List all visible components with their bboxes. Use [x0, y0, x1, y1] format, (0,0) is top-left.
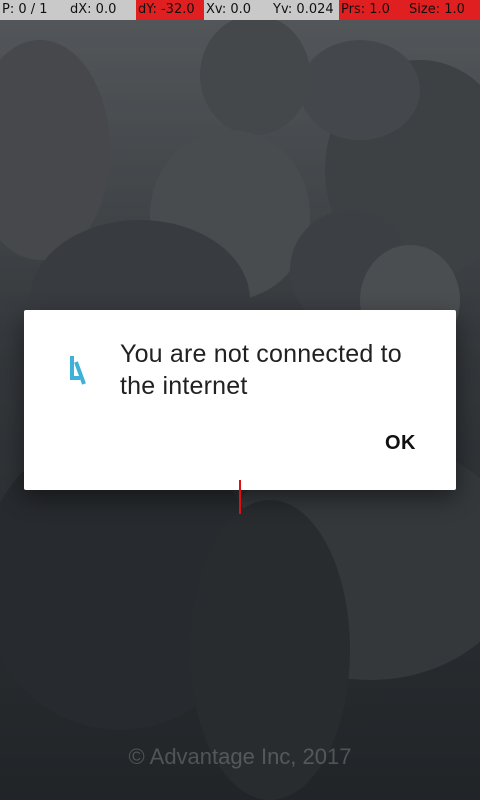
pointer-count: P: 0 / 1	[2, 2, 48, 17]
copyright-text: © Advantage Inc, 2017	[128, 744, 352, 769]
pressure: Prs: 1.0	[339, 0, 407, 20]
velocity-x: Xv: 0.0	[206, 2, 252, 17]
delta-y: dY: -32.0	[136, 0, 204, 20]
velocity-y: Yv: 0.024	[273, 2, 334, 17]
no-connection-dialog: You are not connected to the internet OK	[24, 310, 456, 490]
delta-x: dX: 0.0	[70, 2, 117, 17]
advantage-logo-icon	[70, 356, 86, 385]
dialog-message: You are not connected to the internet	[120, 340, 402, 400]
touch-size: Size: 1.0	[407, 0, 480, 20]
pointer-location-bar: P: 0 / 1 dX: 0.0 dY: -32.0 Xv: 0.0 Yv: 0…	[0, 0, 480, 20]
touch-trace-line	[239, 480, 241, 514]
ok-button[interactable]: OK	[385, 432, 416, 455]
